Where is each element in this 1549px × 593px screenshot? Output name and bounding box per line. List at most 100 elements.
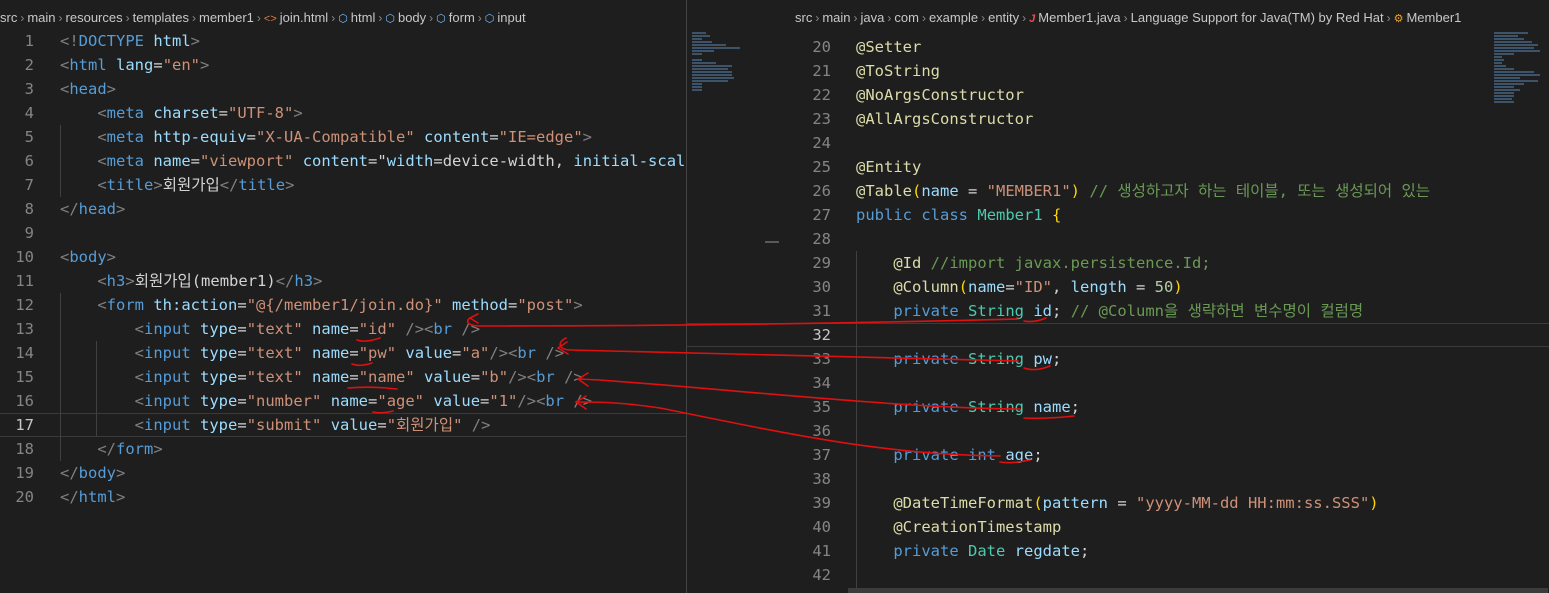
chevron-right-icon: › — [853, 11, 858, 25]
line-number: 33 — [812, 350, 831, 368]
code-line[interactable]: 6 <meta name="viewport" content="width=d… — [0, 149, 686, 173]
code-text: private String pw; — [893, 350, 1062, 368]
code-text: @DateTimeFormat(pattern = "yyyy-MM-dd HH… — [893, 494, 1379, 512]
code-line[interactable]: 31 private String id; // @Column을 생략하면 변… — [687, 299, 1549, 323]
breadcrumb-item[interactable]: main — [822, 0, 850, 36]
code-line[interactable]: 20 @Setter — [687, 35, 1549, 59]
breadcrumb-item[interactable]: ⚙ Member1 — [1394, 0, 1462, 36]
code-line[interactable]: 35 private String name; — [687, 395, 1549, 419]
line-number: 13 — [15, 320, 34, 338]
code-line[interactable]: 4 <meta charset="UTF-8"> — [0, 101, 686, 125]
code-text: <input type="text" name="pw" value="a"/>… — [134, 344, 565, 362]
code-line[interactable]: 9 — [0, 221, 686, 245]
code-line[interactable]: 41 private Date regdate; — [687, 539, 1549, 563]
code-line[interactable]: 19 </body> — [0, 461, 686, 485]
code-line[interactable]: 10 <body> — [0, 245, 686, 269]
breadcrumb-item[interactable]: com — [894, 0, 919, 36]
code-line[interactable]: 2 <html lang="en"> — [0, 53, 686, 77]
chevron-right-icon: › — [981, 11, 986, 25]
code-text: <input type="submit" value="회원가입" /> — [134, 416, 491, 434]
code-line[interactable]: 21 @ToString — [687, 59, 1549, 83]
code-line[interactable]: 11 <h3>회원가입(member1)</h3> — [0, 269, 686, 293]
breadcrumb-item[interactable]: java — [861, 0, 885, 36]
element-cube-icon: ⬡ — [385, 13, 395, 25]
chevron-right-icon: › — [887, 11, 892, 25]
line-number: 39 — [812, 494, 831, 512]
element-cube-icon: ⬡ — [338, 13, 348, 25]
horizontal-scroll-thumb[interactable] — [765, 241, 779, 243]
breadcrumb-item[interactable]: example — [929, 0, 978, 36]
code-text: private String id; // @Column을 생략하면 변수명이… — [893, 302, 1364, 320]
code-line[interactable]: 36 — [687, 419, 1549, 443]
line-number: 20 — [15, 488, 34, 506]
code-line[interactable]: 24 — [687, 131, 1549, 155]
code-line[interactable]: 37 private int age; — [687, 443, 1549, 467]
code-line[interactable]: 34 — [687, 371, 1549, 395]
code-line[interactable]: 27 public class Member1 { — [687, 203, 1549, 227]
code-line[interactable]: 26 @Table(name = "MEMBER1") // 생성하고자 하는 테… — [687, 179, 1549, 203]
code-line[interactable]: 20 </html> — [0, 485, 686, 509]
line-number: 4 — [24, 104, 34, 122]
code-line[interactable]: 28 — [687, 227, 1549, 251]
code-line[interactable]: 30 @Column(name="ID", length = 50) — [687, 275, 1549, 299]
line-number: 42 — [812, 566, 831, 584]
breadcrumb-item[interactable]: J Member1.java — [1029, 0, 1121, 36]
code-line[interactable]: 8 </head> — [0, 197, 686, 221]
code-line[interactable]: 39 @DateTimeFormat(pattern = "yyyy-MM-dd… — [687, 491, 1549, 515]
line-number: 8 — [24, 200, 34, 218]
code-line[interactable]: 23 @AllArgsConstructor — [687, 107, 1549, 131]
code-text: private String name; — [893, 398, 1081, 416]
code-text: <meta name="viewport" content="width=dev… — [97, 152, 686, 170]
indent-guide — [856, 251, 857, 588]
line-number: 6 — [24, 152, 34, 170]
code-line[interactable]: 12 <form th:action="@{/member1/join.do}"… — [0, 293, 686, 317]
chevron-right-icon: › — [1022, 11, 1027, 25]
code-line[interactable]: 17 <input type="submit" value="회원가입" /> — [0, 413, 686, 437]
minimap[interactable] — [692, 32, 742, 92]
breadcrumb-item[interactable]: src — [795, 0, 812, 36]
code-line[interactable]: 1 <!DOCTYPE html> — [0, 29, 686, 53]
horizontal-scroll-track[interactable] — [848, 588, 1548, 593]
code-text: @Column(name="ID", length = 50) — [893, 278, 1183, 296]
line-number: 31 — [812, 302, 831, 320]
code-line[interactable]: 13 <input type="text" name="id" /><br /> — [0, 317, 686, 341]
line-number: 11 — [15, 272, 34, 290]
code-line[interactable]: 5 <meta http-equiv="X-UA-Compatible" con… — [0, 125, 686, 149]
code-line[interactable]: 3 <head> — [0, 77, 686, 101]
element-cube-icon: ⬡ — [484, 13, 495, 25]
minimap[interactable] — [1494, 32, 1544, 104]
code-line[interactable]: 29 @Id //import javax.persistence.Id; — [687, 251, 1549, 275]
code-line[interactable]: 7 <title>회원가입</title> — [0, 173, 686, 197]
chevron-right-icon: › — [1386, 11, 1391, 25]
code-line[interactable]: 15 <input type="text" name="name" value=… — [0, 365, 686, 389]
code-line[interactable]: 25 @Entity — [687, 155, 1549, 179]
breadcrumb-item[interactable]: Language Support for Java(TM) by Red Hat — [1131, 0, 1384, 36]
code-line[interactable]: 40 @CreationTimestamp — [687, 515, 1549, 539]
line-number: 26 — [812, 182, 831, 200]
line-number: 17 — [15, 416, 34, 434]
code-text: private Date regdate; — [893, 542, 1090, 560]
line-number: 40 — [812, 518, 831, 536]
line-number: 10 — [15, 248, 34, 266]
line-number: 29 — [812, 254, 831, 272]
code-line[interactable]: 32 — [687, 323, 1549, 347]
code-line[interactable]: 14 <input type="text" name="pw" value="a… — [0, 341, 686, 365]
left-editor-pane[interactable]: src › main › resources › templates › member1 › <> j… — [0, 0, 686, 593]
code-line[interactable]: 42 — [687, 563, 1549, 587]
code-line[interactable]: 38 — [687, 467, 1549, 491]
code-line[interactable]: 18 </form> — [0, 437, 686, 461]
breadcrumb-item[interactable]: entity — [988, 0, 1019, 36]
line-number: 2 — [24, 56, 34, 74]
line-number: 23 — [812, 110, 831, 128]
code-line[interactable]: 16 <input type="number" name="age" value… — [0, 389, 686, 413]
chevron-right-icon: › — [921, 11, 926, 25]
chevron-right-icon: › — [378, 11, 383, 25]
line-number: 5 — [24, 128, 34, 146]
indent-guide — [60, 125, 61, 197]
chevron-right-icon: › — [58, 11, 63, 25]
line-number: 37 — [812, 446, 831, 464]
right-editor-pane[interactable]: src › main › java › com › example › entity › J Member… — [687, 0, 1549, 593]
code-line[interactable]: 22 @NoArgsConstructor — [687, 83, 1549, 107]
indent-guide — [60, 293, 61, 461]
code-line[interactable]: 33 private String pw; — [687, 347, 1549, 371]
